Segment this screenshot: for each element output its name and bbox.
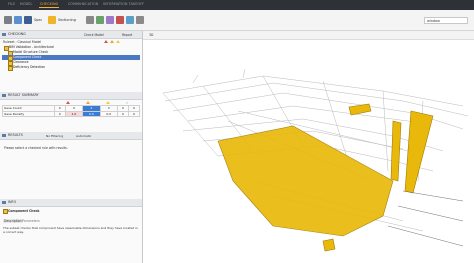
info-description: The subset checks that component have re… — [3, 226, 138, 234]
search-input[interactable]: window — [424, 17, 468, 24]
tab-checking[interactable]: CHECKING — [38, 2, 60, 8]
summary-icon — [2, 94, 6, 97]
settings-icon[interactable] — [136, 16, 144, 24]
check-model-button[interactable]: Check Model — [84, 33, 104, 37]
left-panel: CHECKING Check Model Report Ruleset : Cl… — [0, 31, 143, 263]
open-icon[interactable] — [4, 16, 12, 24]
low-icon — [116, 40, 120, 43]
info-title: INFO — [8, 200, 17, 204]
moderate-icon — [110, 40, 114, 43]
info-heading: Component Check — [8, 209, 40, 213]
section-icon[interactable] — [48, 16, 56, 24]
save-icon[interactable] — [14, 16, 22, 24]
table-cell[interactable]: 0.0 — [82, 110, 101, 118]
critical-icon — [66, 101, 70, 104]
tab-parameters[interactable]: Parameters — [22, 219, 40, 223]
toolbar: Spec Sectioning window — [0, 10, 474, 31]
results-message: Please select a checked rule with result… — [4, 146, 68, 150]
tab-information-takeoff[interactable]: INFORMATION TAKEOFF — [103, 2, 144, 6]
tree-item-label: Deficiency Detection — [13, 65, 46, 69]
result-summary-title: RESULT SUMMARY — [8, 93, 39, 97]
tree-item-deficiency-detection[interactable]: Deficiency Detection — [2, 65, 140, 71]
checking-panel-header: CHECKING — [0, 31, 142, 39]
results-header: RESULTS — [0, 132, 142, 140]
highlighted-components[interactable] — [217, 103, 434, 252]
info-icon — [2, 201, 6, 204]
table-cell: 0 — [116, 110, 129, 118]
ruleset-label: Ruleset : Classical Model — [3, 40, 42, 44]
table-row: Issue Density 0 1.0 0.0 0.0 0 0 — [2, 110, 141, 118]
info-header: INFO — [0, 199, 142, 207]
table-cell: 0.0 — [99, 110, 118, 118]
critical-icon — [104, 40, 108, 43]
low-icon — [106, 101, 110, 104]
camera-icon[interactable] — [126, 16, 134, 24]
moderate-icon — [86, 101, 90, 104]
sectioning-dropdown[interactable]: Sectioning — [58, 18, 76, 22]
select-icon[interactable] — [86, 16, 94, 24]
tab-model[interactable]: MODEL — [20, 2, 33, 6]
result-summary-header: RESULT SUMMARY — [0, 92, 142, 100]
table-cell: 0 — [53, 110, 66, 118]
result-summary-table: Issue Count 0 0 4 3 0 0 Issue Density 0 … — [2, 105, 141, 118]
spec-label[interactable]: Spec — [34, 18, 42, 22]
tab-communication[interactable]: COMMUNICATION — [68, 2, 98, 6]
checking-title: CHECKING — [8, 32, 26, 36]
results-icon — [2, 134, 6, 137]
3d-viewport[interactable]: 3D — [143, 31, 474, 263]
automatic-dropdown[interactable]: Automatic — [76, 134, 91, 138]
tab-description[interactable]: Description — [3, 219, 23, 223]
grid-markers — [387, 190, 464, 247]
row-label: Issue Density — [2, 110, 55, 118]
color-icon[interactable] — [106, 16, 114, 24]
table-cell: 0 — [127, 110, 141, 118]
ribbon-tab-bar: FILE MODEL CHECKING COMMUNICATION INFORM… — [0, 0, 474, 10]
measure-icon[interactable] — [116, 16, 124, 24]
results-title: RESULTS — [8, 133, 23, 137]
visibility-icon[interactable] — [96, 16, 104, 24]
tab-file[interactable]: FILE — [8, 2, 15, 6]
filter-dropdown[interactable]: No Filtering — [46, 134, 63, 138]
spec-icon[interactable] — [24, 16, 32, 24]
table-cell: 1.0 — [64, 110, 84, 118]
report-button[interactable]: Report — [122, 33, 132, 37]
checking-icon — [2, 33, 6, 36]
model-wireframe — [162, 68, 469, 252]
